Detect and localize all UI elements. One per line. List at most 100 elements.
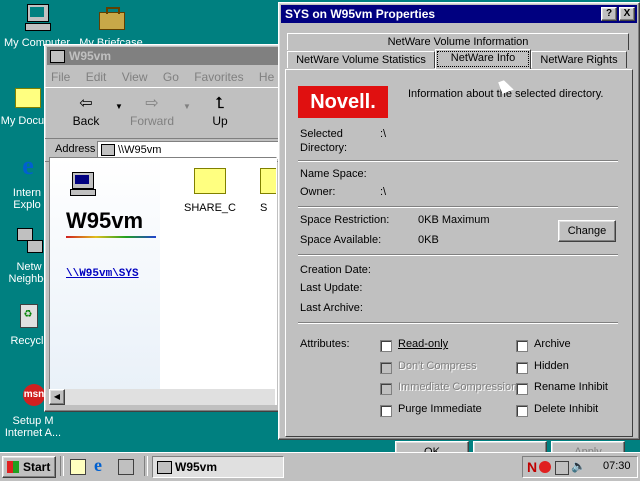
owner-label: Owner: [300, 186, 336, 198]
help-button[interactable]: ? [601, 7, 617, 21]
folder-label: S [260, 202, 268, 214]
change-button[interactable]: Change [558, 220, 616, 242]
menu-file[interactable]: File [51, 70, 70, 84]
explorer-title: W95vm [69, 49, 112, 63]
immediate-compression-checkbox[interactable] [380, 383, 392, 395]
quicklaunch-divider [60, 456, 64, 476]
space-restriction-value: 0KB Maximum [418, 214, 490, 226]
tray-icon-red[interactable] [539, 461, 551, 473]
netware-info-panel: Novell. Information about the selected d… [285, 69, 633, 437]
archive-checkbox[interactable] [516, 340, 528, 352]
read-only-label: Read-only [398, 338, 449, 350]
briefcase-icon [95, 2, 127, 34]
back-button[interactable]: ⇦ Back [57, 94, 115, 128]
explorer-window-icon [50, 50, 65, 63]
back-label: Back [72, 114, 100, 128]
purge-immediate-checkbox[interactable] [380, 405, 392, 417]
tab-netware-volume-statistics[interactable]: NetWare Volume Statistics [287, 51, 435, 68]
creation-date-label: Creation Date: [300, 264, 371, 276]
read-only-checkbox[interactable] [380, 340, 392, 352]
directory-label: Directory: [300, 142, 348, 154]
separator [298, 160, 618, 162]
menu-help[interactable]: He [259, 70, 274, 84]
back-dropdown-icon[interactable]: ▼ [115, 102, 123, 111]
owner-value: :\ [380, 186, 387, 198]
volume-icon[interactable]: 🔈 [571, 459, 586, 473]
taskbar: Start e W95vm N 🔈 07:30 [0, 452, 640, 481]
rename-inhibit-checkbox[interactable] [516, 383, 528, 395]
show-desktop-icon[interactable] [70, 459, 86, 475]
tray-icon-monitor[interactable] [555, 461, 569, 475]
forward-label: Forward [129, 114, 174, 128]
space-restriction-label: Space Restriction: [300, 214, 390, 226]
archive-label: Archive [534, 338, 571, 350]
clock[interactable]: 07:30 [603, 460, 631, 472]
purge-immediate-label: Purge Immediate [398, 403, 482, 415]
start-label: Start [23, 460, 51, 474]
desktop-icon-label: Setup M [12, 415, 54, 427]
desktop-icon-label: Internet A... [4, 427, 62, 439]
menu-go[interactable]: Go [163, 70, 179, 84]
banner-title: W95vm [66, 208, 144, 233]
last-archive-label: Last Archive: [300, 302, 363, 314]
internet-explorer-icon: e [22, 151, 34, 180]
up-folder-icon: ⮤ [215, 95, 225, 112]
dont-compress-checkbox[interactable] [380, 362, 392, 374]
dialog-titlebar[interactable]: SYS on W95vm Properties ? X [281, 5, 637, 23]
channels-icon[interactable] [118, 459, 134, 475]
tab-netware-info[interactable]: NetWare Info [435, 49, 531, 69]
rename-inhibit-label: Rename Inhibit [534, 381, 608, 393]
space-available-label: Space Available: [300, 234, 382, 246]
desktop-icon-my-computer[interactable]: My Computer [2, 2, 72, 49]
windows-logo-icon [7, 461, 19, 473]
internet-explorer-icon[interactable]: e [94, 456, 110, 474]
address-value: \\W95vm [118, 144, 162, 156]
up-button[interactable]: ⮤ Up [191, 94, 249, 128]
folder-icon [260, 168, 276, 194]
menu-favorites[interactable]: Favorites [194, 70, 243, 84]
desktop-icon-my-briefcase[interactable]: My Briefcase [76, 2, 146, 49]
folder-item-share-c[interactable]: SHARE_C [170, 168, 250, 214]
selected-label: Selected [300, 128, 343, 140]
up-label: Up [212, 114, 228, 128]
address-label: Address [55, 143, 96, 155]
close-button[interactable]: X [619, 7, 635, 21]
dialog-title: SYS on W95vm Properties [285, 7, 436, 21]
delete-inhibit-checkbox[interactable] [516, 405, 528, 417]
computer-icon [21, 2, 53, 34]
name-space-label: Name Space: [300, 168, 367, 180]
novell-tray-icon[interactable]: N [527, 459, 537, 475]
immediate-compression-label: Immediate Compression [398, 381, 518, 393]
forward-dropdown-icon[interactable]: ▼ [183, 102, 191, 111]
delete-inhibit-label: Delete Inhibit [534, 403, 599, 415]
network-icon [13, 226, 45, 258]
recycle-bin-icon: ♻ [11, 300, 43, 332]
taskbar-item-w95vm[interactable]: W95vm [152, 456, 284, 478]
novell-logo: Novell. [298, 86, 388, 118]
menu-view[interactable]: View [122, 70, 148, 84]
task-divider [144, 456, 148, 476]
hidden-checkbox[interactable] [516, 362, 528, 374]
attributes-label: Attributes: [300, 338, 350, 350]
tab-netware-rights[interactable]: NetWare Rights [531, 51, 627, 68]
scroll-left-icon[interactable]: ◀ [49, 389, 65, 405]
separator [298, 206, 618, 208]
forward-button[interactable]: ⇨ Forward [123, 94, 181, 128]
selected-directory-value: :\ [380, 128, 387, 140]
horizontal-scrollbar[interactable]: ◀ [49, 389, 275, 405]
sys-link[interactable]: \\W95vm\SYS [66, 268, 139, 280]
folder-item-s[interactable]: S [260, 168, 276, 214]
folder-icon [194, 168, 226, 194]
separator [298, 322, 618, 324]
space-available-value: 0KB [418, 234, 439, 246]
dont-compress-label: Don't Compress [398, 360, 477, 372]
start-button[interactable]: Start [2, 456, 56, 478]
explorer-content[interactable]: W95vm \\W95vm\SYS SHARE_C S [49, 157, 277, 405]
taskbar-item-label: W95vm [175, 460, 218, 474]
folder-label: SHARE_C [184, 202, 236, 214]
tab-netware-volume-information[interactable]: NetWare Volume Information [287, 33, 629, 50]
menu-edit[interactable]: Edit [86, 70, 107, 84]
computer-small-icon [157, 461, 172, 474]
properties-dialog[interactable]: SYS on W95vm Properties ? X NetWare Volu… [278, 2, 640, 463]
system-tray: N 🔈 07:30 [522, 456, 638, 478]
